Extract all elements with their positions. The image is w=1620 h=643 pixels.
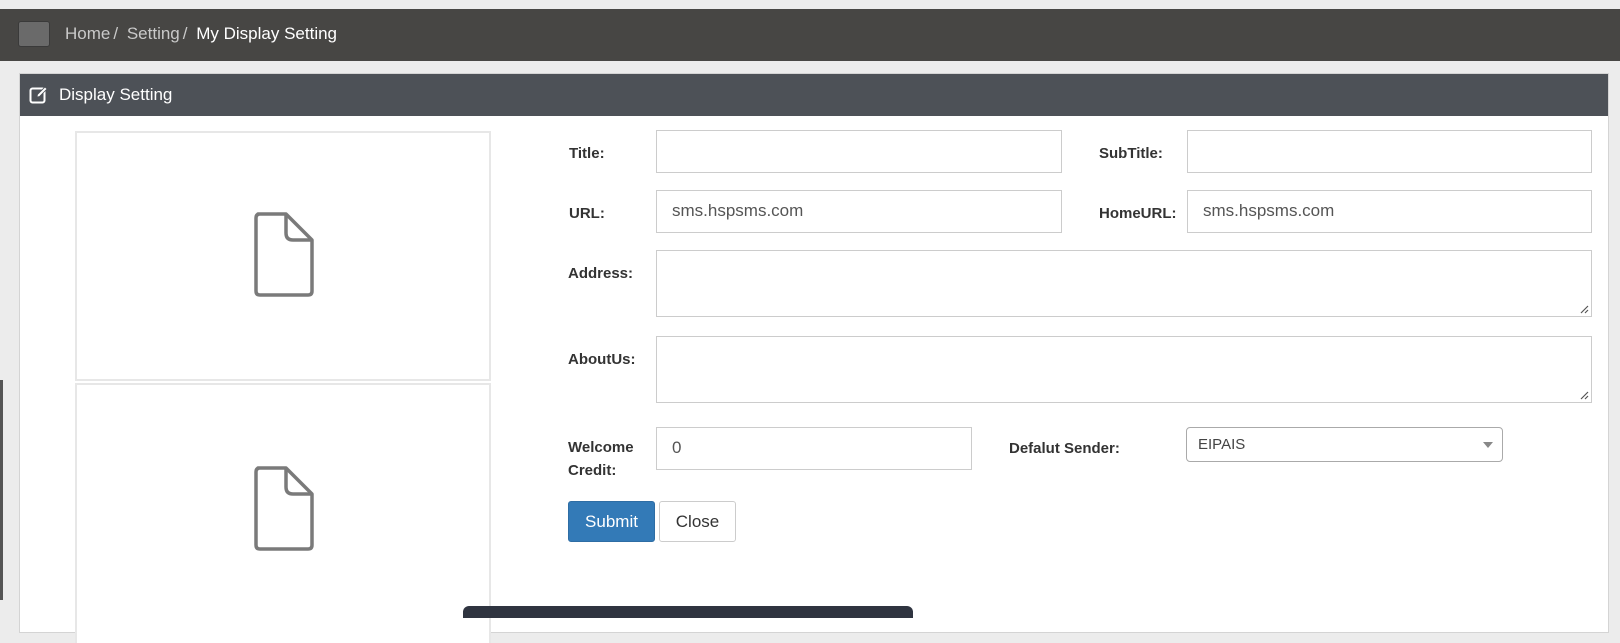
homeurl-input[interactable]: sms.hspsms.com bbox=[1187, 190, 1592, 233]
homeurl-label: HomeURL: bbox=[1099, 205, 1177, 222]
chevron-down-icon bbox=[1483, 442, 1493, 448]
default-sender-select[interactable]: EIPAIS bbox=[1186, 427, 1503, 462]
default-sender-value: EIPAIS bbox=[1198, 436, 1246, 453]
logo-image-preview[interactable] bbox=[75, 131, 491, 381]
subtitle-input[interactable] bbox=[1187, 130, 1592, 173]
resize-handle-icon[interactable] bbox=[1579, 390, 1589, 400]
bottom-overlay-bar bbox=[463, 606, 913, 618]
breadcrumb-separator: / bbox=[113, 24, 119, 43]
breadcrumb-setting[interactable]: Setting bbox=[127, 24, 180, 43]
breadcrumb: Home / Setting / My Display Setting bbox=[65, 24, 337, 44]
resize-handle-icon[interactable] bbox=[1579, 304, 1589, 314]
url-label: URL: bbox=[569, 205, 605, 222]
breadcrumb-separator: / bbox=[182, 24, 188, 43]
edit-icon bbox=[29, 86, 48, 104]
panel-heading: Display Setting bbox=[20, 74, 1608, 116]
welcome-credit-label-line1: Welcome bbox=[568, 439, 634, 456]
title-label: Title: bbox=[569, 145, 605, 162]
subtitle-label: SubTitle: bbox=[1099, 145, 1163, 162]
breadcrumb-home[interactable]: Home bbox=[65, 24, 110, 43]
url-input[interactable]: sms.hspsms.com bbox=[656, 190, 1062, 233]
welcome-credit-label-line2: Credit: bbox=[568, 462, 617, 479]
breadcrumb-current: My Display Setting bbox=[196, 24, 338, 43]
address-label: Address: bbox=[568, 265, 634, 282]
top-navbar: Home / Setting / My Display Setting bbox=[0, 9, 1620, 61]
aboutus-label: AboutUs: bbox=[568, 351, 636, 368]
panel-title: Display Setting bbox=[59, 85, 173, 104]
file-icon bbox=[254, 212, 314, 297]
file-icon bbox=[254, 466, 314, 551]
menu-toggle-button[interactable] bbox=[18, 21, 50, 47]
title-input[interactable] bbox=[656, 130, 1062, 173]
window-edge bbox=[0, 380, 3, 600]
banner-image-preview[interactable] bbox=[75, 383, 491, 643]
display-setting-panel: Display Setting Title: SubTitle: URL: sm… bbox=[19, 73, 1609, 643]
window-top-strip bbox=[0, 0, 1620, 9]
submit-button[interactable]: Submit bbox=[568, 501, 655, 542]
default-sender-label: Defalut Sender: bbox=[1009, 440, 1120, 457]
aboutus-textarea[interactable] bbox=[656, 336, 1592, 403]
close-button[interactable]: Close bbox=[659, 501, 736, 542]
welcome-credit-input[interactable]: 0 bbox=[656, 427, 972, 470]
address-textarea[interactable] bbox=[656, 250, 1592, 317]
